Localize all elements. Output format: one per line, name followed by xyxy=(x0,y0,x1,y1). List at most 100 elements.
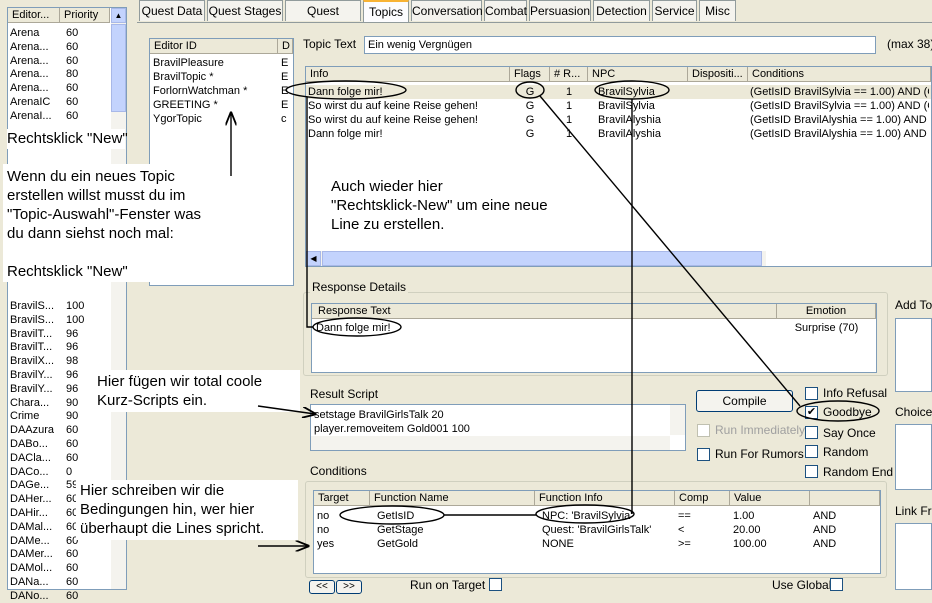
condition-header-col-5[interactable] xyxy=(810,491,880,506)
next-condition-button[interactable]: >> xyxy=(336,580,362,594)
topic-row[interactable]: YgorTopic c xyxy=(153,112,293,126)
quest-list-row[interactable]: DAMol... 60 xyxy=(10,561,110,575)
condition-row[interactable]: no GetIsID NPC: 'BravilSylvia' == 1.00 AND xyxy=(314,509,880,523)
quest-list-row[interactable]: BravilX... 98 xyxy=(10,354,110,368)
tab-service[interactable]: Service xyxy=(652,0,697,21)
quest-list-row[interactable]: DANo... 60 xyxy=(10,589,110,603)
tab-bar: Quest DataQuest StagesQuest TargetsTopic… xyxy=(137,0,932,38)
tab-misc[interactable]: Misc xyxy=(699,0,736,21)
condition-row[interactable]: no GetStage Quest: 'BravilGirlsTalk' <20.00… xyxy=(314,523,880,537)
tab-persuasion[interactable]: Persuasion xyxy=(529,0,591,21)
topic-list-header-d[interactable]: D xyxy=(278,39,293,54)
condition-cell: < xyxy=(678,524,685,536)
prev-condition-button[interactable]: << xyxy=(309,580,335,594)
quest-list-row[interactable]: BravilT... 96 xyxy=(10,340,110,354)
quest-list-header-editor[interactable]: Editor... xyxy=(8,8,60,23)
condition-row[interactable]: yes GetGold NONE >= 100.00 AND xyxy=(314,537,880,551)
result-script-line-2: player.removeitem Gold001 100 xyxy=(314,423,470,435)
quest-priority: 80 xyxy=(66,68,79,81)
info-cell: BravilAlyshia xyxy=(598,114,661,126)
info-header-col-4[interactable]: Dispositi... xyxy=(688,67,748,82)
info-header-col-3[interactable]: NPC xyxy=(588,67,688,82)
quest-list-row[interactable]: Arena... 80 xyxy=(10,67,110,81)
script-hscrollbar[interactable] xyxy=(311,436,670,450)
choices-list[interactable] xyxy=(895,424,932,490)
quest-list-row[interactable]: DAMer... 60 xyxy=(10,547,110,561)
add-topics-list[interactable] xyxy=(895,318,932,392)
condition-header-col-3[interactable]: Comp xyxy=(675,491,730,506)
info-header-col-5[interactable]: Conditions xyxy=(748,67,931,82)
quest-list-row[interactable]: DACla... 60 xyxy=(10,451,110,465)
say-once-checkbox[interactable] xyxy=(805,426,818,439)
response-header-emotion[interactable]: Emotion xyxy=(777,304,876,319)
quest-list-row[interactable]: BravilS... 100 xyxy=(10,299,110,313)
quest-list-row[interactable]: Arena 60 xyxy=(10,26,110,40)
topic-text-input[interactable]: Ein wenig Vergnügen xyxy=(364,36,876,54)
topic-list-header-editor-id[interactable]: Editor ID xyxy=(150,39,278,54)
quest-list-row[interactable]: BravilT... 96 xyxy=(10,327,110,341)
tab-quest-targets[interactable]: Quest Targets xyxy=(285,0,361,38)
quest-list-row[interactable]: BravilS... 100 xyxy=(10,313,110,327)
script-vscrollbar[interactable] xyxy=(670,405,685,435)
quest-list-row[interactable]: ArenaIC 60 xyxy=(10,95,110,109)
topic-d: E xyxy=(281,57,289,69)
random-end-checkbox[interactable] xyxy=(805,465,818,478)
quest-list-header-priority[interactable]: Priority xyxy=(60,8,110,23)
scroll-hthumb[interactable] xyxy=(322,251,762,266)
run-for-rumors-checkbox[interactable] xyxy=(697,448,710,461)
response-header-text[interactable]: Response Text xyxy=(312,304,777,319)
response-row[interactable]: Dann folge mir! Surprise (70) xyxy=(312,321,876,335)
info-list[interactable]: Info Flags # R... NPC Dispositi... Conditions… xyxy=(305,66,932,267)
info-cell xyxy=(690,85,746,99)
quest-list-row[interactable]: DACo... 0 xyxy=(10,465,110,479)
quest-list-row[interactable]: DAAzura 60 xyxy=(10,423,110,437)
goodbye-checkbox[interactable]: ✔ xyxy=(805,406,818,419)
quest-list-row[interactable]: Arena... 60 xyxy=(10,81,110,95)
topic-row[interactable]: BravilTopic * E xyxy=(153,70,293,84)
run-immediately-checkbox[interactable] xyxy=(697,424,710,437)
info-list-hscrollbar[interactable]: ◀ xyxy=(306,251,766,266)
scroll-up-button[interactable]: ▲ xyxy=(111,8,126,23)
tab-combat[interactable]: Combat xyxy=(484,0,527,21)
use-global-checkbox[interactable] xyxy=(830,578,843,591)
tab-quest-stages[interactable]: Quest Stages xyxy=(207,0,283,21)
result-script-editor[interactable]: setstage BravilGirlsTalk 20 player.remov… xyxy=(310,404,686,451)
info-row[interactable]: Dann folge mir! G 1 BravilAlyshia (GetIsID B… xyxy=(306,127,931,141)
condition-header-col-1[interactable]: Function Name xyxy=(370,491,535,506)
info-header-col-2[interactable]: # R... xyxy=(550,67,588,82)
topic-row[interactable]: BravilPleasure E xyxy=(153,56,293,70)
tab-quest-data[interactable]: Quest Data xyxy=(139,0,205,21)
quest-list-row[interactable]: DABo... 60 xyxy=(10,437,110,451)
info-refusal-checkbox[interactable] xyxy=(805,387,818,400)
condition-header-col-2[interactable]: Function Info xyxy=(535,491,675,506)
conditions-list[interactable]: Target Function Name Function Info Comp Valu… xyxy=(313,490,881,574)
quest-editor-id: BravilX... xyxy=(10,355,55,368)
run-on-target-checkbox[interactable] xyxy=(489,578,502,591)
quest-list-row[interactable]: ArenaI... 60 xyxy=(10,109,110,123)
random-checkbox[interactable] xyxy=(805,445,818,458)
tab-conversation[interactable]: Conversation xyxy=(411,0,483,21)
info-row[interactable]: So wirst du auf keine Reise gehen! G 1 Brav… xyxy=(306,99,931,113)
quest-list-row[interactable]: DANa... 60 xyxy=(10,575,110,589)
condition-header-col-0[interactable]: Target xyxy=(314,491,370,506)
tab-detection[interactable]: Detection xyxy=(593,0,650,21)
tab-topics[interactable]: Topics xyxy=(363,0,409,23)
info-cell: So wirst du auf keine Reise gehen! xyxy=(308,114,478,126)
scroll-left-button[interactable]: ◀ xyxy=(306,251,321,266)
topic-text-max: (max 38) xyxy=(887,37,932,51)
info-row[interactable]: Dann folge mir! G 1 BravilSylvia (GetIsID Br… xyxy=(306,85,931,99)
condition-header-col-4[interactable]: Value xyxy=(730,491,810,506)
quest-list-row[interactable]: Arena... 60 xyxy=(10,40,110,54)
quest-list-row[interactable]: Arena... 60 xyxy=(10,54,110,68)
response-list[interactable]: Response Text Emotion Dann folge mir! Sur… xyxy=(311,303,877,373)
topic-row[interactable]: GREETING * E xyxy=(153,98,293,112)
topic-row[interactable]: ForlornWatchman * E xyxy=(153,84,293,98)
link-from-list[interactable] xyxy=(895,523,932,590)
info-row[interactable]: So wirst du auf keine Reise gehen! G 1 Brav… xyxy=(306,113,931,127)
info-header-col-0[interactable]: Info xyxy=(306,67,510,82)
compile-button[interactable]: Compile xyxy=(696,390,793,412)
quest-editor-id: DACla... xyxy=(10,451,51,464)
info-header-col-1[interactable]: Flags xyxy=(510,67,550,82)
quest-editor-id: Chara... xyxy=(10,396,50,409)
scroll-thumb[interactable] xyxy=(111,24,126,112)
